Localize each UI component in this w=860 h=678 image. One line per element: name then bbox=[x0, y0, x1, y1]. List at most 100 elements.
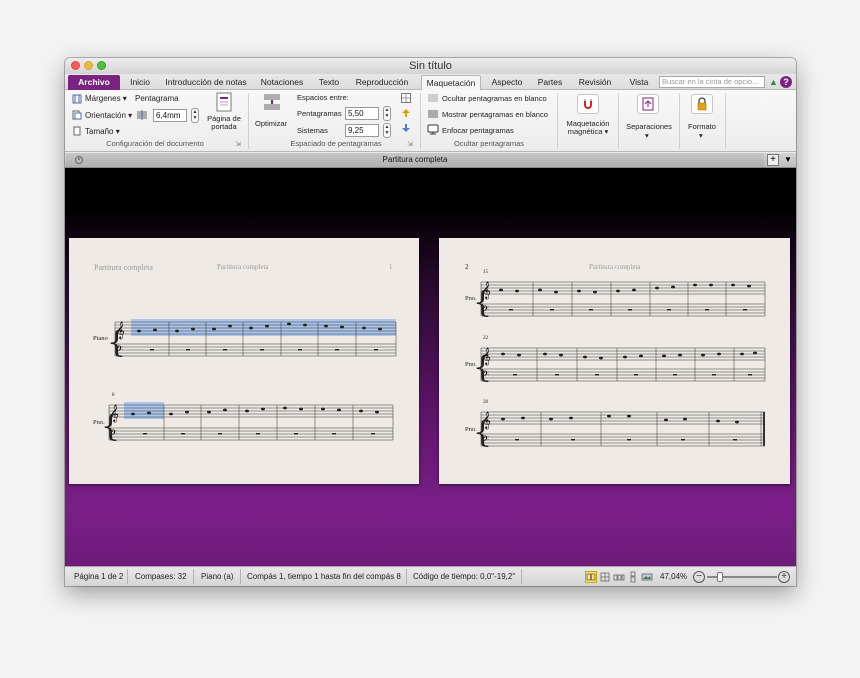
breaks-chevron-down-icon[interactable]: ▾ bbox=[645, 131, 649, 140]
tab-partes[interactable]: Partes bbox=[533, 75, 567, 90]
doc-config-group-label: Configuración del documento bbox=[106, 139, 204, 148]
zoom-slider-handle[interactable] bbox=[717, 572, 723, 582]
zoom-level[interactable]: 47,04% bbox=[660, 572, 687, 581]
score-canvas[interactable]: Partitura completa Partitura completa 1 … bbox=[65, 168, 796, 566]
zoom-in-icon[interactable]: + bbox=[778, 571, 790, 583]
margins-icon bbox=[72, 94, 82, 104]
close-window-button[interactable] bbox=[71, 61, 80, 70]
status-position[interactable]: Compás 1, tiempo 1 hasta fin del compás … bbox=[247, 572, 401, 581]
barlines bbox=[480, 348, 766, 381]
show-empty-staves-icon bbox=[427, 109, 439, 119]
document-tabbar: × Partitura completa + ▼ bbox=[65, 153, 796, 168]
ribbon-search-input[interactable]: Buscar en la cinta de opcio... bbox=[659, 76, 765, 88]
increase-spacing-icon[interactable] bbox=[401, 108, 411, 118]
app-window: Sin título Archivo Inicio Introducción d… bbox=[65, 58, 796, 586]
help-icon[interactable]: ? bbox=[780, 76, 792, 88]
tab-aspecto[interactable]: Aspecto bbox=[487, 75, 527, 90]
hide-staves-group-label: Ocultar pentagramas bbox=[453, 139, 525, 148]
tab-notaciones[interactable]: Notaciones bbox=[255, 75, 309, 90]
status-timecode[interactable]: Código de tiempo: 0,0"-19,2" bbox=[413, 572, 515, 581]
staff-size-input[interactable]: 6,4mm bbox=[153, 109, 187, 122]
tab-inicio[interactable]: Inicio bbox=[123, 75, 157, 90]
format-button-icon[interactable] bbox=[691, 94, 713, 114]
spacing-grid-icon[interactable] bbox=[401, 93, 411, 103]
bass-staff bbox=[481, 433, 765, 447]
margins-button[interactable]: Márgenes ▾ bbox=[85, 94, 127, 103]
systems-spacing-input[interactable]: 9,25 bbox=[345, 124, 379, 137]
show-empty-staves-button[interactable]: Mostrar pentagramas en blanco bbox=[442, 110, 548, 119]
tab-revision[interactable]: Revisión bbox=[574, 75, 616, 90]
brace-icon: { bbox=[473, 285, 492, 320]
bass-staff bbox=[115, 343, 396, 357]
magnetic-layout-button-icon[interactable] bbox=[577, 94, 599, 114]
staves-spacing-input[interactable]: 5,50 bbox=[345, 107, 379, 120]
tab-archivo[interactable]: Archivo bbox=[68, 75, 120, 90]
group-separator bbox=[248, 93, 249, 149]
systems-spacing-label: Sistemas bbox=[297, 126, 328, 135]
optimize-staves-icon bbox=[262, 92, 282, 112]
optimize-button[interactable]: Optimizar bbox=[255, 119, 287, 128]
page-view-spreads-icon[interactable] bbox=[585, 571, 597, 583]
ribbon: Márgenes ▾ Pentagrama Orientación ▾ 6,4m… bbox=[65, 90, 796, 152]
format-button[interactable]: Formato bbox=[679, 122, 725, 131]
size-icon bbox=[72, 126, 82, 136]
treble-staff bbox=[481, 347, 765, 361]
title-bar: Sin título bbox=[65, 58, 796, 74]
lock-icon bbox=[697, 97, 707, 111]
add-tab-button[interactable]: + bbox=[767, 154, 779, 166]
barlines bbox=[480, 282, 766, 316]
size-button[interactable]: Tamaño ▾ bbox=[85, 127, 120, 136]
doc-config-launcher-icon[interactable]: ⇲ bbox=[235, 140, 241, 148]
score-page-1[interactable]: Partitura completa Partitura completa 1 … bbox=[69, 238, 419, 484]
format-chevron-down-icon[interactable]: ▾ bbox=[699, 131, 703, 140]
group-separator bbox=[420, 93, 421, 149]
status-separator bbox=[193, 569, 194, 584]
staves-spacing-stepper[interactable]: ▲ ▼ bbox=[383, 106, 391, 121]
tab-maquetacion[interactable]: Maquetación bbox=[421, 75, 481, 91]
staff-size-icon bbox=[136, 109, 148, 121]
breaks-button[interactable]: Separaciones bbox=[624, 122, 674, 131]
tab-texto[interactable]: Texto bbox=[314, 75, 344, 90]
staff-spacing-launcher-icon[interactable]: ⇲ bbox=[407, 140, 413, 148]
notes bbox=[499, 283, 751, 311]
tab-introduccion-notas[interactable]: Introducción de notas bbox=[162, 75, 250, 90]
zoom-out-icon[interactable]: − bbox=[693, 571, 705, 583]
tab-vista[interactable]: Vista bbox=[624, 75, 654, 90]
score-page-2[interactable]: 2 Partitura completa Pno. Pno. Pno. 15 2… bbox=[439, 238, 790, 484]
decrease-spacing-icon[interactable] bbox=[401, 123, 411, 133]
page-view-vertical-icon[interactable] bbox=[627, 571, 639, 583]
bass-staff bbox=[481, 368, 765, 382]
group-separator bbox=[618, 93, 619, 149]
hide-empty-staves-button[interactable]: Ocultar pentagramas en blanco bbox=[442, 94, 547, 103]
page-break-icon bbox=[642, 97, 654, 111]
panorama-view-icon[interactable] bbox=[641, 571, 653, 583]
page-view-grid-icon[interactable] bbox=[599, 571, 611, 583]
document-tab[interactable]: × Partitura completa bbox=[66, 153, 764, 167]
tab-reproduccion[interactable]: Reproducción bbox=[350, 75, 414, 90]
tab-menu-icon[interactable]: ▼ bbox=[782, 154, 794, 166]
close-tab-icon[interactable]: × bbox=[75, 156, 83, 164]
status-separator bbox=[127, 569, 128, 584]
focus-staves-button[interactable]: Enfocar pentagramas bbox=[442, 126, 514, 135]
page-view-horizontal-icon[interactable] bbox=[613, 571, 625, 583]
hide-empty-staves-icon bbox=[427, 93, 439, 103]
status-page[interactable]: Página 1 de 2 bbox=[74, 572, 123, 581]
brace-icon: { bbox=[107, 325, 126, 360]
brace-icon: { bbox=[473, 350, 492, 385]
collapse-ribbon-icon[interactable]: ▲ bbox=[769, 77, 778, 87]
title-page-icon bbox=[215, 92, 233, 112]
breaks-button-icon[interactable] bbox=[637, 94, 659, 114]
orientation-button[interactable]: Orientación ▾ bbox=[85, 111, 132, 120]
brace-icon: { bbox=[473, 415, 492, 450]
status-bars[interactable]: Compases: 32 bbox=[135, 572, 187, 581]
document-tab-label: Partitura completa bbox=[382, 155, 448, 164]
status-instrument[interactable]: Piano (a) bbox=[201, 572, 233, 581]
staff-size-stepper[interactable]: ▲ ▼ bbox=[191, 108, 199, 123]
title-page-button[interactable]: Página de portada bbox=[203, 115, 245, 131]
treble-staff bbox=[481, 281, 765, 295]
magnetic-layout-button[interactable]: Maquetación magnética ▾ bbox=[561, 120, 615, 136]
zoom-window-button[interactable] bbox=[97, 61, 106, 70]
systems-spacing-stepper[interactable]: ▲ ▼ bbox=[383, 123, 391, 138]
minimize-window-button[interactable] bbox=[84, 61, 93, 70]
orientation-icon bbox=[72, 110, 82, 120]
